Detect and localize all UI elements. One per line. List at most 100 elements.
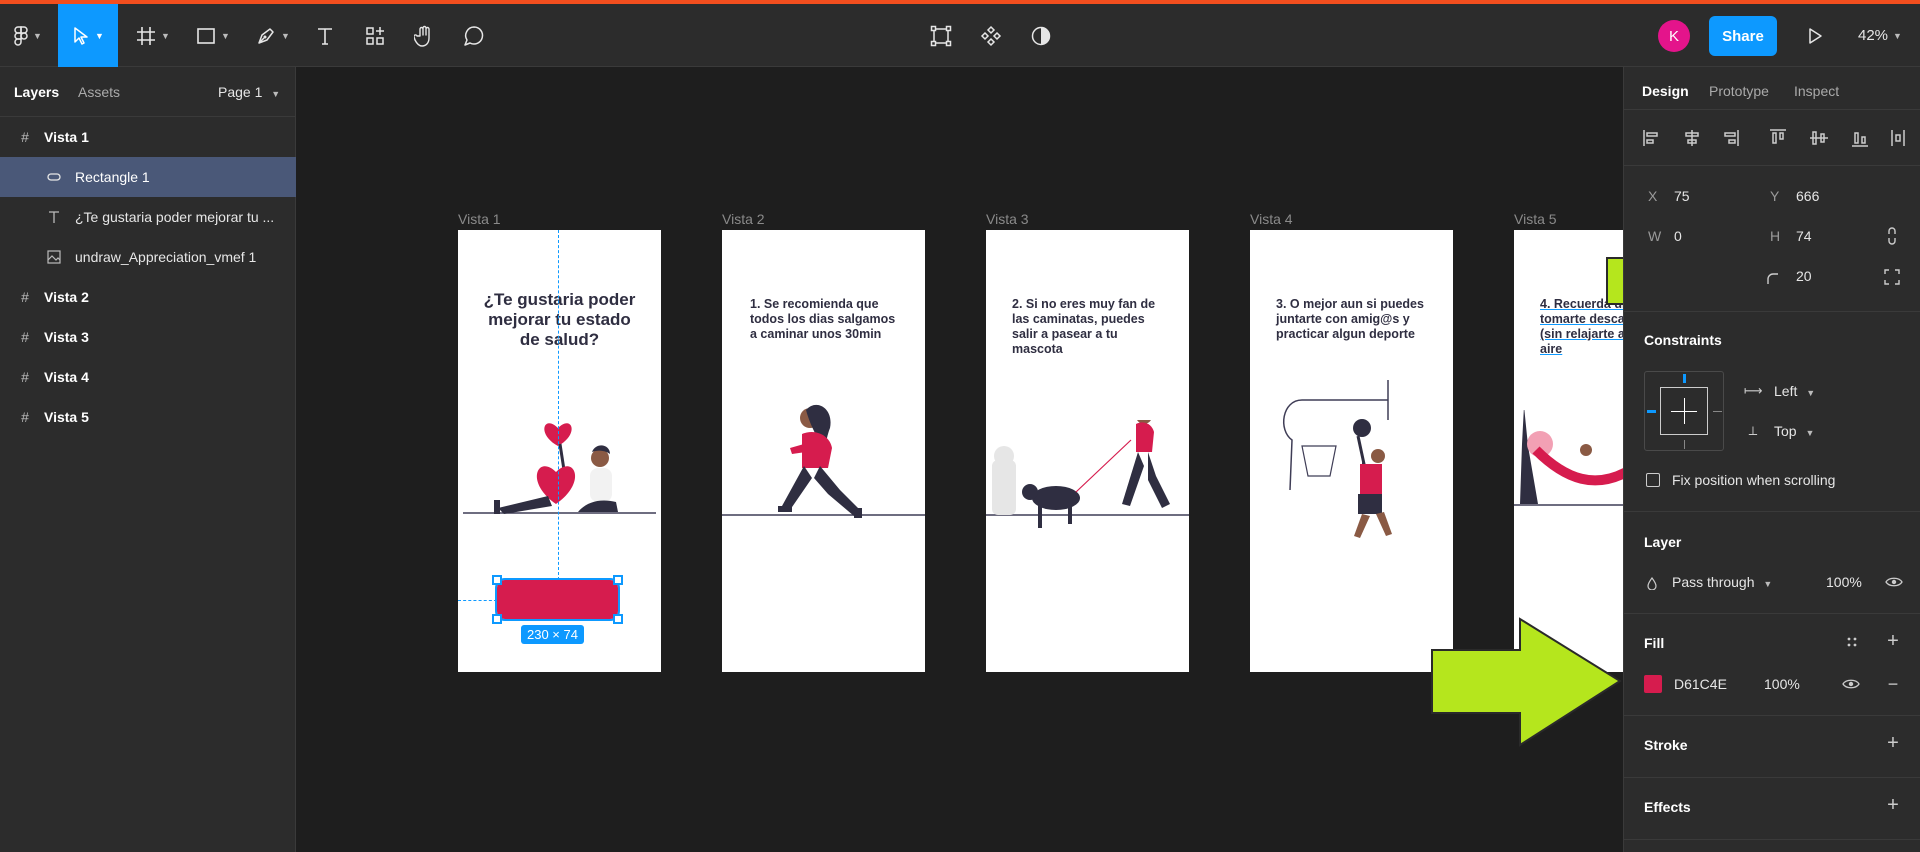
horizontal-constraint-dropdown[interactable]: Left ▼	[1774, 383, 1815, 399]
add-effect-icon[interactable]: +	[1885, 794, 1901, 816]
constraint-top[interactable]	[1683, 374, 1686, 383]
layer-opacity-input[interactable]: 100%	[1826, 574, 1862, 590]
tab-design[interactable]: Design	[1642, 83, 1689, 99]
layer-rectangle-1[interactable]: Rectangle 1	[0, 157, 296, 197]
hand-icon	[414, 25, 434, 47]
frame-body-text: 1. Se recomienda que todos los dias salg…	[750, 297, 896, 341]
vertical-constraint-dropdown[interactable]: Top ▼	[1774, 423, 1814, 439]
main-menu-button[interactable]: ▼	[8, 4, 48, 67]
style-grid-icon[interactable]	[1845, 634, 1859, 650]
chevron-down-icon: ▼	[1893, 30, 1902, 41]
tab-layers[interactable]: Layers	[14, 84, 59, 100]
eye-icon[interactable]	[1885, 574, 1903, 590]
alignment-toolbar[interactable]	[1642, 127, 1912, 149]
share-button[interactable]: Share	[1709, 16, 1777, 56]
fill-hex-input[interactable]: D61C4E	[1674, 676, 1727, 692]
contrast-icon	[1030, 25, 1052, 47]
comment-tool-button[interactable]	[459, 4, 489, 67]
pen-icon	[256, 26, 276, 46]
frame-label[interactable]: Vista 4	[1250, 211, 1293, 227]
constraint-bottom[interactable]	[1684, 440, 1685, 449]
present-button[interactable]	[1800, 4, 1830, 67]
independent-corners-icon[interactable]	[1884, 269, 1900, 285]
divider	[1624, 613, 1920, 614]
frame-label[interactable]: Vista 5	[1514, 211, 1557, 227]
walking-illustration	[722, 404, 925, 518]
create-component-button[interactable]	[976, 4, 1006, 67]
zoom-dropdown[interactable]: 42% ▼	[1858, 4, 1902, 67]
frame-label[interactable]: Vista 1	[458, 211, 501, 227]
transform-button[interactable]	[926, 4, 956, 67]
layer-image[interactable]: undraw_Appreciation_vmef 1	[0, 237, 296, 277]
layer-title: Layer	[1644, 534, 1682, 550]
resize-handle[interactable]	[613, 575, 623, 585]
canvas[interactable]: Vista 1 ¿Te gustaria poder mejorar tu es…	[297, 67, 1623, 852]
fix-position-checkbox[interactable]	[1646, 473, 1660, 487]
frame-icon: #	[21, 129, 29, 145]
page-selector[interactable]: Page 1 ▼	[218, 84, 280, 100]
chevron-down-icon: ▼	[281, 30, 290, 41]
vertical-guide	[558, 230, 559, 580]
text-tool-button[interactable]	[310, 4, 340, 67]
frame-body-text: 2. Si no eres muy fan de las caminatas, …	[1012, 297, 1156, 356]
zoom-level: 42%	[1858, 27, 1889, 44]
hand-tool-button[interactable]	[409, 4, 439, 67]
move-tool-button[interactable]: ▼	[58, 4, 118, 67]
tab-inspect[interactable]: Inspect	[1794, 83, 1839, 99]
frame-icon: #	[21, 409, 29, 425]
eye-icon[interactable]	[1842, 676, 1860, 692]
layer-vista-2[interactable]: # Vista 2	[0, 277, 296, 317]
basketball-illustration	[1283, 380, 1392, 538]
frame-label[interactable]: Vista 2	[722, 211, 765, 227]
constraints-widget[interactable]	[1644, 371, 1724, 451]
w-input[interactable]: 0	[1674, 228, 1682, 244]
resize-handle[interactable]	[613, 614, 623, 624]
y-input[interactable]: 666	[1796, 188, 1819, 204]
resources-button[interactable]	[360, 4, 390, 67]
add-fill-icon[interactable]: +	[1885, 630, 1901, 652]
add-stroke-icon[interactable]: +	[1885, 732, 1901, 754]
avatar[interactable]: K	[1658, 20, 1690, 52]
frame-vista-1[interactable]: ¿Te gustaria poder mejorar tu estado de …	[458, 230, 661, 672]
fill-opacity-input[interactable]: 100%	[1764, 676, 1800, 692]
divider	[1624, 777, 1920, 778]
pen-tool-button[interactable]: ▼	[250, 4, 296, 67]
frame-label[interactable]: Vista 3	[986, 211, 1029, 227]
corner-radius-input[interactable]: 20	[1796, 268, 1812, 284]
frame-vista-2[interactable]: 1. Se recomienda que todos los dias salg…	[722, 230, 925, 672]
frame-tool-button[interactable]: ▼	[130, 4, 176, 67]
divider	[1624, 715, 1920, 716]
chevron-down-icon: ▼	[161, 30, 170, 41]
layer-text[interactable]: ¿Te gustaria poder mejorar tu ...	[0, 197, 296, 237]
layer-vista-3[interactable]: # Vista 3	[0, 317, 296, 357]
selected-rectangle-1[interactable]	[495, 578, 620, 621]
tab-assets[interactable]: Assets	[78, 84, 120, 100]
x-input[interactable]: 75	[1674, 188, 1690, 204]
component-icon	[980, 25, 1002, 47]
fill-color-swatch[interactable]	[1644, 675, 1662, 693]
layer-vista-4[interactable]: # Vista 4	[0, 357, 296, 397]
shape-tool-button[interactable]: ▼	[190, 4, 236, 67]
tab-prototype[interactable]: Prototype	[1709, 83, 1769, 99]
left-panel-tabs: Layers Assets Page 1 ▼	[0, 67, 295, 117]
corner-radius-icon	[1764, 270, 1780, 286]
remove-fill-icon[interactable]: −	[1885, 674, 1901, 694]
horizontal-constraint-value: Left	[1774, 383, 1798, 399]
layer-label: Vista 2	[44, 289, 89, 305]
constraint-right[interactable]	[1713, 411, 1722, 412]
figma-logo-icon	[14, 25, 28, 46]
frame-vista-4[interactable]: 3. O mejor aun si puedes juntarte con am…	[1250, 230, 1453, 672]
layer-label: undraw_Appreciation_vmef 1	[75, 249, 257, 265]
constraint-left[interactable]	[1647, 410, 1656, 413]
design-panel: Design Prototype Inspect X 75 Y 666 W 0 …	[1623, 67, 1920, 852]
layer-vista-1[interactable]: # Vista 1	[0, 117, 296, 157]
constrain-proportions-icon[interactable]	[1884, 227, 1900, 245]
frame-vista-3[interactable]: 2. Si no eres muy fan de las caminatas, …	[986, 230, 1189, 672]
layer-vista-5[interactable]: # Vista 5	[0, 397, 296, 437]
blend-mode-value: Pass through	[1672, 574, 1755, 590]
blend-mode-dropdown[interactable]: Pass through ▼	[1672, 574, 1772, 590]
h-input[interactable]: 74	[1796, 228, 1812, 244]
resize-handle[interactable]	[492, 575, 502, 585]
resize-handle[interactable]	[492, 614, 502, 624]
mask-button[interactable]	[1026, 4, 1056, 67]
